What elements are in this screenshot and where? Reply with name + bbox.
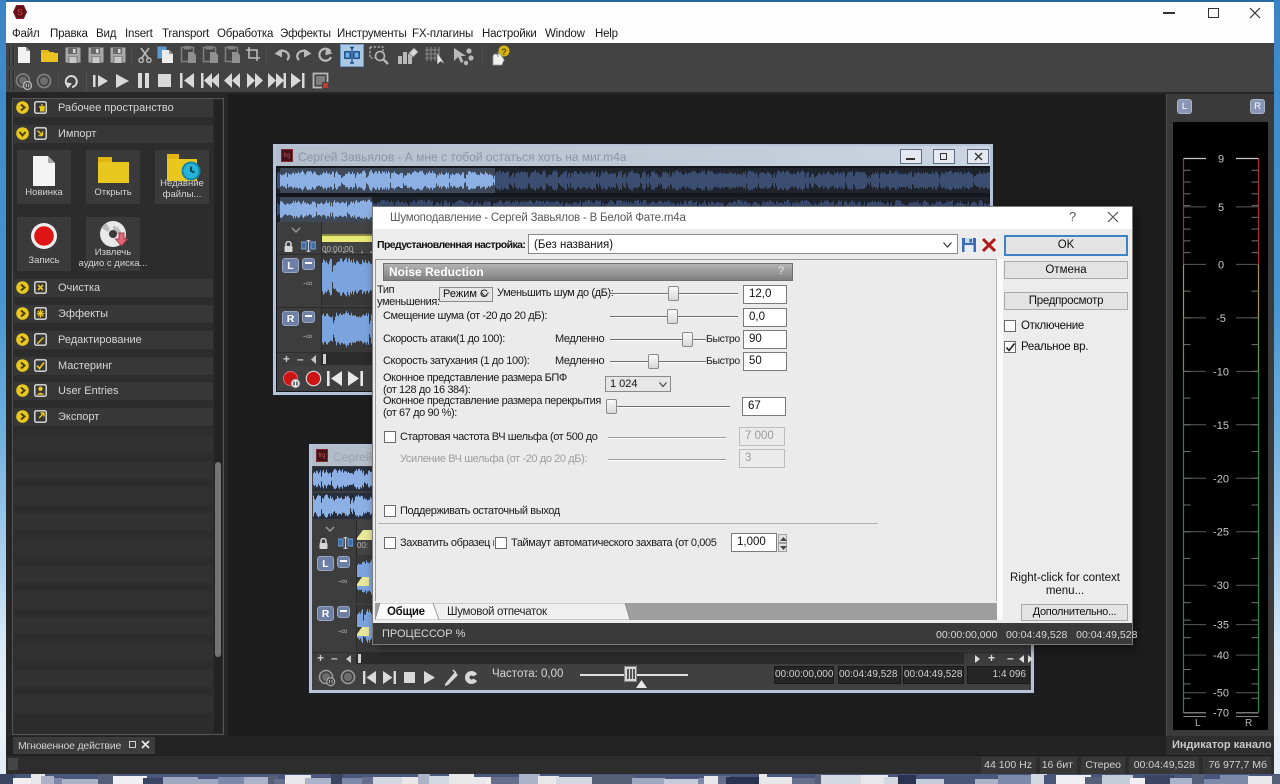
svg-text:-40: -40	[1213, 650, 1229, 662]
svg-text:S: S	[17, 8, 23, 18]
svg-text:-20: -20	[1213, 473, 1229, 485]
svg-text:R: R	[1245, 718, 1252, 729]
svg-text:5: 5	[1218, 202, 1224, 214]
svg-text:-50: -50	[1213, 688, 1229, 700]
svg-text:9: 9	[1218, 154, 1224, 166]
svg-text:0: 0	[1218, 259, 1224, 271]
svg-text:-15: -15	[1213, 420, 1229, 432]
svg-text:-35: -35	[1213, 620, 1229, 632]
svg-text:-70: -70	[1213, 708, 1229, 720]
svg-text:-5: -5	[1216, 313, 1226, 325]
svg-text:-30: -30	[1213, 580, 1229, 592]
svg-text:L: L	[1195, 718, 1201, 729]
svg-text:-25: -25	[1213, 527, 1229, 539]
svg-text:-10: -10	[1213, 366, 1229, 378]
